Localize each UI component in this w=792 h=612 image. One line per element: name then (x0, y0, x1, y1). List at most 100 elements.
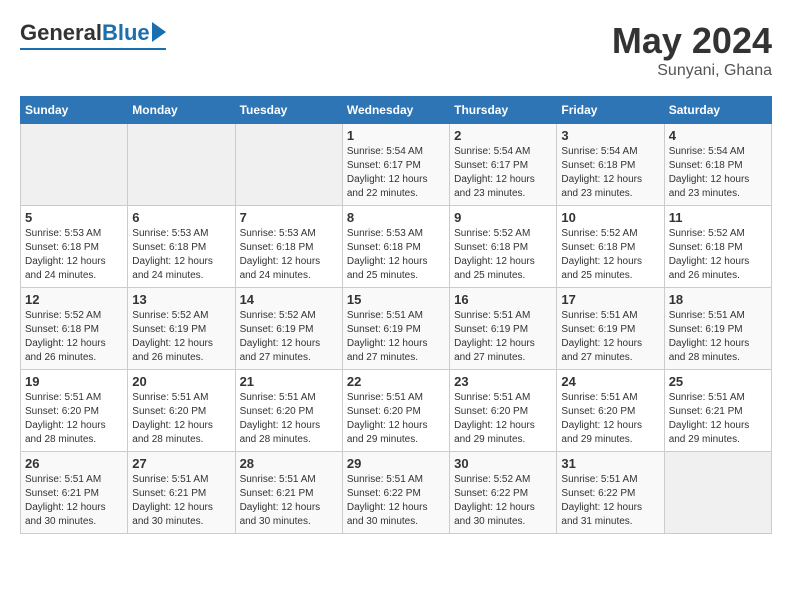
day-detail: Sunrise: 5:51 AM Sunset: 6:21 PM Dayligh… (669, 391, 767, 447)
day-detail: Sunrise: 5:51 AM Sunset: 6:20 PM Dayligh… (454, 391, 552, 447)
day-number: 4 (669, 128, 767, 143)
day-number: 18 (669, 292, 767, 307)
day-number: 6 (132, 210, 230, 225)
header-thursday: Thursday (450, 97, 557, 124)
day-detail: Sunrise: 5:53 AM Sunset: 6:18 PM Dayligh… (132, 227, 230, 283)
calendar-cell: 10 Sunrise: 5:52 AM Sunset: 6:18 PM Dayli… (557, 206, 664, 288)
header-tuesday: Tuesday (235, 97, 342, 124)
day-detail: Sunrise: 5:51 AM Sunset: 6:20 PM Dayligh… (25, 391, 123, 447)
day-number: 5 (25, 210, 123, 225)
calendar-cell: 25 Sunrise: 5:51 AM Sunset: 6:21 PM Dayli… (664, 370, 771, 452)
calendar-week-1: 1 Sunrise: 5:54 AM Sunset: 6:17 PM Daylig… (21, 124, 772, 206)
day-detail: Sunrise: 5:51 AM Sunset: 6:19 PM Dayligh… (454, 309, 552, 365)
day-detail: Sunrise: 5:52 AM Sunset: 6:18 PM Dayligh… (561, 227, 659, 283)
header-wednesday: Wednesday (342, 97, 449, 124)
calendar-cell: 1 Sunrise: 5:54 AM Sunset: 6:17 PM Daylig… (342, 124, 449, 206)
day-detail: Sunrise: 5:51 AM Sunset: 6:22 PM Dayligh… (561, 473, 659, 529)
calendar-subtitle: Sunyani, Ghana (612, 62, 772, 80)
day-number: 23 (454, 374, 552, 389)
calendar-cell: 8 Sunrise: 5:53 AM Sunset: 6:18 PM Daylig… (342, 206, 449, 288)
day-detail: Sunrise: 5:51 AM Sunset: 6:19 PM Dayligh… (347, 309, 445, 365)
logo-blue: Blue (102, 20, 150, 46)
day-number: 30 (454, 456, 552, 471)
day-detail: Sunrise: 5:53 AM Sunset: 6:18 PM Dayligh… (347, 227, 445, 283)
calendar-week-3: 12 Sunrise: 5:52 AM Sunset: 6:18 PM Dayli… (21, 288, 772, 370)
calendar-cell: 19 Sunrise: 5:51 AM Sunset: 6:20 PM Dayli… (21, 370, 128, 452)
calendar-cell: 22 Sunrise: 5:51 AM Sunset: 6:20 PM Dayli… (342, 370, 449, 452)
day-detail: Sunrise: 5:52 AM Sunset: 6:18 PM Dayligh… (669, 227, 767, 283)
day-number: 16 (454, 292, 552, 307)
calendar-cell: 23 Sunrise: 5:51 AM Sunset: 6:20 PM Dayli… (450, 370, 557, 452)
day-number: 21 (240, 374, 338, 389)
calendar-week-5: 26 Sunrise: 5:51 AM Sunset: 6:21 PM Dayli… (21, 452, 772, 534)
day-number: 20 (132, 374, 230, 389)
calendar-cell: 13Sunrise: 5:52 AM Sunset: 6:19 PM Dayli… (128, 288, 235, 370)
calendar-cell: 3 Sunrise: 5:54 AM Sunset: 6:18 PM Daylig… (557, 124, 664, 206)
calendar-cell: 29 Sunrise: 5:51 AM Sunset: 6:22 PM Dayli… (342, 452, 449, 534)
day-detail: Sunrise: 5:51 AM Sunset: 6:21 PM Dayligh… (132, 473, 230, 529)
day-detail: Sunrise: 5:51 AM Sunset: 6:20 PM Dayligh… (347, 391, 445, 447)
calendar-cell: 20 Sunrise: 5:51 AM Sunset: 6:20 PM Dayli… (128, 370, 235, 452)
calendar-title: May 2024 (612, 20, 772, 62)
calendar-header-row: SundayMondayTuesdayWednesdayThursdayFrid… (21, 97, 772, 124)
day-number: 1 (347, 128, 445, 143)
day-detail: Sunrise: 5:54 AM Sunset: 6:17 PM Dayligh… (454, 145, 552, 201)
day-number: 31 (561, 456, 659, 471)
calendar-cell (235, 124, 342, 206)
header-monday: Monday (128, 97, 235, 124)
day-number: 8 (347, 210, 445, 225)
day-detail: Sunrise: 5:54 AM Sunset: 6:17 PM Dayligh… (347, 145, 445, 201)
day-detail: Sunrise: 5:51 AM Sunset: 6:22 PM Dayligh… (347, 473, 445, 529)
day-number: 2 (454, 128, 552, 143)
header-saturday: Saturday (664, 97, 771, 124)
day-detail: Sunrise: 5:51 AM Sunset: 6:20 PM Dayligh… (561, 391, 659, 447)
day-detail: Sunrise: 5:51 AM Sunset: 6:19 PM Dayligh… (561, 309, 659, 365)
calendar-week-2: 5 Sunrise: 5:53 AM Sunset: 6:18 PM Daylig… (21, 206, 772, 288)
day-number: 25 (669, 374, 767, 389)
calendar-cell (21, 124, 128, 206)
day-detail: Sunrise: 5:52 AM Sunset: 6:18 PM Dayligh… (454, 227, 552, 283)
calendar-cell: 21Sunrise: 5:51 AM Sunset: 6:20 PM Dayli… (235, 370, 342, 452)
day-number: 19 (25, 374, 123, 389)
calendar-cell (664, 452, 771, 534)
day-detail: Sunrise: 5:51 AM Sunset: 6:21 PM Dayligh… (25, 473, 123, 529)
calendar-cell (128, 124, 235, 206)
day-detail: Sunrise: 5:52 AM Sunset: 6:19 PM Dayligh… (240, 309, 338, 365)
day-number: 12 (25, 292, 123, 307)
calendar-cell: 26 Sunrise: 5:51 AM Sunset: 6:21 PM Dayli… (21, 452, 128, 534)
day-number: 11 (669, 210, 767, 225)
calendar-cell: 11 Sunrise: 5:52 AM Sunset: 6:18 PM Dayli… (664, 206, 771, 288)
calendar-cell: 5 Sunrise: 5:53 AM Sunset: 6:18 PM Daylig… (21, 206, 128, 288)
calendar-cell: 4 Sunrise: 5:54 AM Sunset: 6:18 PM Daylig… (664, 124, 771, 206)
day-detail: Sunrise: 5:54 AM Sunset: 6:18 PM Dayligh… (561, 145, 659, 201)
day-detail: Sunrise: 5:53 AM Sunset: 6:18 PM Dayligh… (25, 227, 123, 283)
day-detail: Sunrise: 5:51 AM Sunset: 6:19 PM Dayligh… (669, 309, 767, 365)
day-number: 24 (561, 374, 659, 389)
calendar-cell: 31 Sunrise: 5:51 AM Sunset: 6:22 PM Dayli… (557, 452, 664, 534)
day-number: 29 (347, 456, 445, 471)
day-detail: Sunrise: 5:51 AM Sunset: 6:20 PM Dayligh… (132, 391, 230, 447)
calendar-table: SundayMondayTuesdayWednesdayThursdayFrid… (20, 96, 772, 534)
calendar-cell: 18 Sunrise: 5:51 AM Sunset: 6:19 PM Dayli… (664, 288, 771, 370)
title-block: May 2024 Sunyani, Ghana (612, 20, 772, 80)
day-number: 27 (132, 456, 230, 471)
day-number: 28 (240, 456, 338, 471)
calendar-cell: 2 Sunrise: 5:54 AM Sunset: 6:17 PM Daylig… (450, 124, 557, 206)
calendar-cell: 30Sunrise: 5:52 AM Sunset: 6:22 PM Dayli… (450, 452, 557, 534)
logo: General Blue (20, 20, 166, 50)
day-number: 22 (347, 374, 445, 389)
day-detail: Sunrise: 5:51 AM Sunset: 6:21 PM Dayligh… (240, 473, 338, 529)
calendar-cell: 9Sunrise: 5:52 AM Sunset: 6:18 PM Daylig… (450, 206, 557, 288)
day-number: 17 (561, 292, 659, 307)
logo-general: General (20, 20, 102, 46)
logo-underline (20, 48, 166, 50)
day-detail: Sunrise: 5:54 AM Sunset: 6:18 PM Dayligh… (669, 145, 767, 201)
day-number: 10 (561, 210, 659, 225)
day-number: 3 (561, 128, 659, 143)
calendar-cell: 27 Sunrise: 5:51 AM Sunset: 6:21 PM Dayli… (128, 452, 235, 534)
day-detail: Sunrise: 5:52 AM Sunset: 6:18 PM Dayligh… (25, 309, 123, 365)
day-detail: Sunrise: 5:53 AM Sunset: 6:18 PM Dayligh… (240, 227, 338, 283)
calendar-cell: 6 Sunrise: 5:53 AM Sunset: 6:18 PM Daylig… (128, 206, 235, 288)
day-number: 26 (25, 456, 123, 471)
calendar-week-4: 19 Sunrise: 5:51 AM Sunset: 6:20 PM Dayli… (21, 370, 772, 452)
